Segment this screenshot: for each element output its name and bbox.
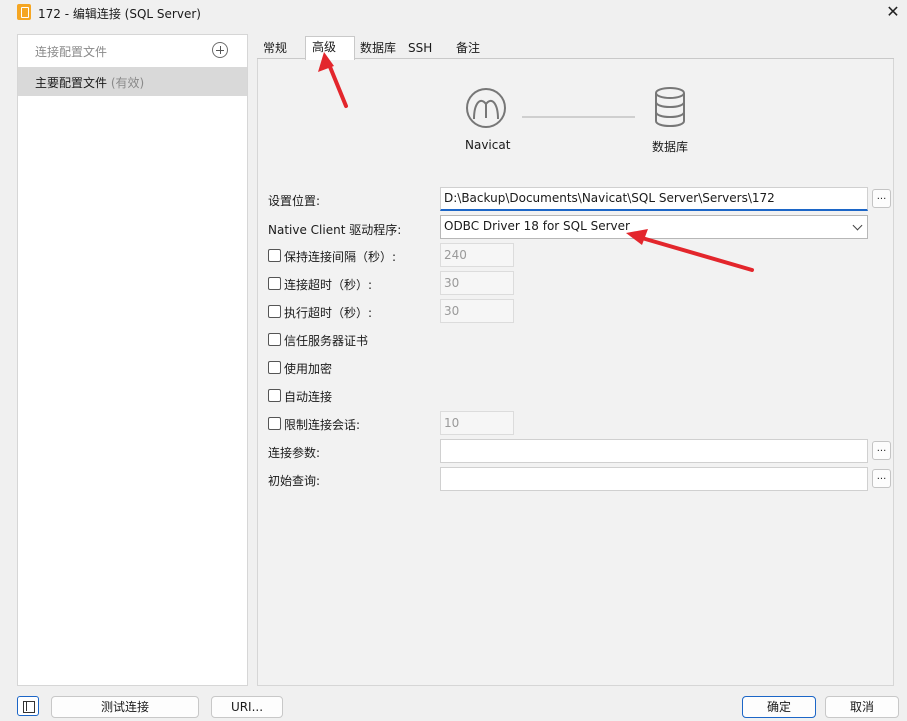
trust-cert-checkbox[interactable] (268, 333, 281, 346)
conn-params-field[interactable] (440, 439, 868, 463)
add-profile-plus-icon[interactable] (212, 42, 228, 58)
init-query-label: 初始查询: (268, 474, 321, 488)
navicat-app-icon (17, 4, 31, 20)
native-client-label: Native Client 驱动程序: (268, 223, 402, 237)
chevron-down-icon (852, 220, 863, 231)
conn-timeout-label: 连接超时（秒）: (284, 278, 373, 292)
cancel-button[interactable]: 取消 (825, 696, 899, 718)
limit-sessions-checkbox[interactable] (268, 417, 281, 430)
profile-item-main[interactable]: 主要配置文件 (有效) (18, 67, 247, 96)
init-query-browse-button[interactable]: ... (872, 469, 891, 488)
limit-sessions-label: 限制连接会话: (284, 418, 361, 432)
uri-button[interactable]: URI... (211, 696, 283, 718)
profile-item-tag: (有效) (110, 76, 145, 90)
keepalive-checkbox[interactable] (268, 249, 281, 262)
sidebar-toggle-icon[interactable] (17, 696, 39, 716)
encrypt-checkbox[interactable] (268, 361, 281, 374)
close-icon[interactable]: ✕ (881, 1, 905, 23)
title-bar: 172 - 编辑连接 (SQL Server) ✕ (0, 0, 907, 26)
conn-params-browse-button[interactable]: ... (872, 441, 891, 460)
tab-general[interactable]: 常规 (263, 38, 293, 60)
profile-sidebar: 连接配置文件 主要配置文件 (有效) (17, 34, 248, 686)
conn-timeout-field[interactable]: 30 (440, 271, 514, 295)
exec-timeout-field[interactable]: 30 (440, 299, 514, 323)
exec-timeout-checkbox[interactable] (268, 305, 281, 318)
ok-button[interactable]: 确定 (742, 696, 816, 718)
tab-ssh[interactable]: SSH (408, 38, 438, 60)
keepalive-label: 保持连接间隔（秒）: (284, 250, 397, 264)
auto-connect-label: 自动连接 (284, 390, 333, 404)
native-client-value: ODBC Driver 18 for SQL Server (444, 219, 630, 233)
keepalive-field[interactable]: 240 (440, 243, 514, 267)
navicat-logo-icon (466, 88, 506, 128)
exec-timeout-label: 执行超时（秒）: (284, 306, 373, 320)
location-field[interactable]: D:\Backup\Documents\Navicat\SQL Server\S… (440, 187, 868, 211)
tab-advanced[interactable]: 高级 (305, 36, 355, 60)
diagram-database-label: 数据库 (652, 140, 689, 154)
location-browse-button[interactable]: ... (872, 189, 891, 208)
native-client-dropdown[interactable]: ODBC Driver 18 for SQL Server (440, 215, 868, 239)
encrypt-label: 使用加密 (284, 362, 333, 376)
connection-line (522, 116, 635, 118)
init-query-field[interactable] (440, 467, 868, 491)
profile-item-label-wrap: 主要配置文件 (有效) (35, 74, 144, 91)
tab-notes[interactable]: 备注 (456, 38, 486, 60)
profile-item-label: 主要配置文件 (35, 76, 108, 90)
trust-cert-label: 信任服务器证书 (284, 334, 369, 348)
profile-header: 连接配置文件 (18, 35, 247, 65)
conn-timeout-checkbox[interactable] (268, 277, 281, 290)
test-connection-button[interactable]: 测试连接 (51, 696, 199, 718)
auto-connect-checkbox[interactable] (268, 389, 281, 402)
tab-database[interactable]: 数据库 (360, 38, 400, 60)
diagram-navicat-label: Navicat (465, 138, 511, 152)
limit-sessions-field[interactable]: 10 (440, 411, 514, 435)
profile-header-label: 连接配置文件 (35, 45, 108, 59)
advanced-settings-panel (257, 59, 894, 686)
database-icon (655, 87, 685, 128)
window-title: 172 - 编辑连接 (SQL Server) (38, 7, 201, 21)
location-label: 设置位置: (268, 194, 321, 208)
conn-params-label: 连接参数: (268, 446, 321, 460)
